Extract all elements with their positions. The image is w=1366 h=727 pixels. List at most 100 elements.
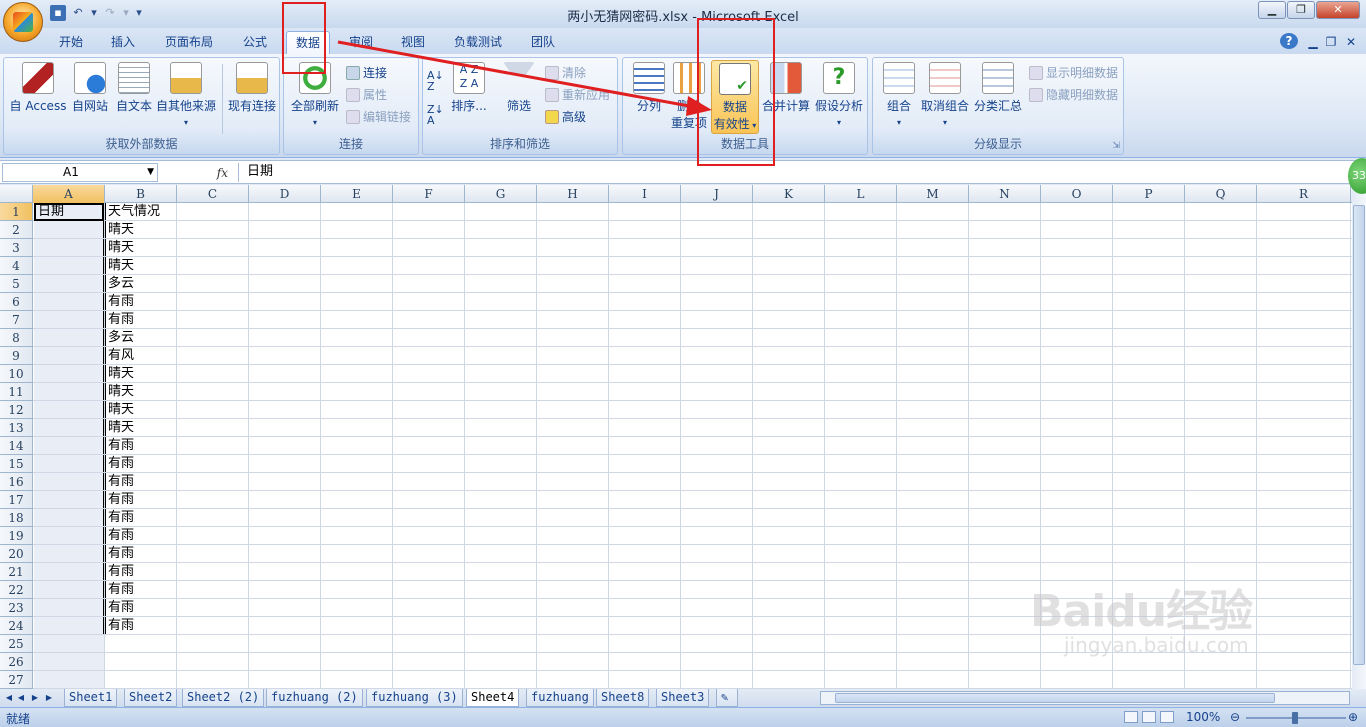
existing-connections-button[interactable]: 现有连接: [226, 62, 278, 114]
row-header-18[interactable]: 18: [0, 509, 33, 527]
row-header-1[interactable]: 1: [0, 203, 33, 221]
reapply-button[interactable]: 重新应用: [545, 86, 610, 103]
row-header-6[interactable]: 6: [0, 293, 33, 311]
cell-b3[interactable]: 晴天: [106, 239, 178, 257]
select-all-corner[interactable]: [0, 185, 33, 203]
sort-ascending-button[interactable]: A↓ Z: [427, 70, 444, 92]
ungroup-button[interactable]: 取消组合 ▾: [919, 62, 971, 128]
sheet-tab-fuzhuang-2-[interactable]: fuzhuang (2): [266, 689, 363, 707]
vertical-scrollbar[interactable]: [1352, 185, 1366, 689]
horizontal-scrollbar[interactable]: [820, 691, 1350, 705]
tab-review[interactable]: 审阅: [338, 31, 384, 54]
zoom-slider-thumb[interactable]: [1292, 712, 1298, 724]
row-header-27[interactable]: 27: [0, 671, 33, 689]
column-header-n[interactable]: N: [969, 185, 1041, 203]
tab-home[interactable]: 开始: [48, 31, 94, 54]
insert-function-button[interactable]: fx: [160, 163, 234, 182]
sheet-tab-sheet2[interactable]: Sheet2: [124, 689, 178, 707]
cell-b2[interactable]: 晴天: [106, 221, 178, 239]
column-header-k[interactable]: K: [753, 185, 825, 203]
cell-b24[interactable]: 有雨: [106, 617, 178, 635]
vertical-scroll-thumb[interactable]: [1353, 205, 1365, 665]
zoom-in-icon[interactable]: ⊕: [1348, 710, 1358, 724]
row-header-2[interactable]: 2: [0, 221, 33, 239]
formula-input[interactable]: 日期: [238, 163, 1366, 182]
minimize-button[interactable]: ▁: [1258, 1, 1286, 19]
row-header-7[interactable]: 7: [0, 311, 33, 329]
column-header-p[interactable]: P: [1113, 185, 1185, 203]
cell-b23[interactable]: 有雨: [106, 599, 178, 617]
row-header-5[interactable]: 5: [0, 275, 33, 293]
column-header-c[interactable]: C: [177, 185, 249, 203]
ribbon-minimize-icon[interactable]: ▁: [1306, 31, 1320, 54]
clear-button[interactable]: 清除: [545, 64, 586, 81]
close-button[interactable]: ✕: [1316, 1, 1360, 19]
from-other-sources-button[interactable]: 自其他来源 ▾: [154, 62, 218, 128]
normal-view-icon[interactable]: [1124, 711, 1138, 723]
cell-b15[interactable]: 有雨: [106, 455, 178, 473]
group-button[interactable]: 组合 ▾: [879, 62, 919, 128]
cell-b10[interactable]: 晴天: [106, 365, 178, 383]
filter-button[interactable]: 筛选: [499, 62, 539, 114]
sort-descending-button[interactable]: Z↓ A: [427, 104, 444, 126]
ribbon-restore-icon[interactable]: ❐: [1324, 31, 1338, 54]
last-sheet-icon[interactable]: ▶: [44, 691, 54, 705]
row-header-8[interactable]: 8: [0, 329, 33, 347]
prev-sheet-icon[interactable]: ◀: [16, 691, 26, 705]
column-header-j[interactable]: J: [681, 185, 753, 203]
cell-a1[interactable]: 日期: [34, 203, 104, 221]
edit-links-button[interactable]: 编辑链接: [346, 108, 411, 125]
row-header-23[interactable]: 23: [0, 599, 33, 617]
row-header-20[interactable]: 20: [0, 545, 33, 563]
cell-b14[interactable]: 有雨: [106, 437, 178, 455]
sheet-tab-sheet1[interactable]: Sheet1: [64, 689, 118, 707]
column-header-e[interactable]: E: [321, 185, 393, 203]
cell-b17[interactable]: 有雨: [106, 491, 178, 509]
tab-formulas[interactable]: 公式: [232, 31, 278, 54]
cell-b16[interactable]: 有雨: [106, 473, 178, 491]
show-detail-button[interactable]: 显示明细数据: [1029, 64, 1118, 81]
cell-b20[interactable]: 有雨: [106, 545, 178, 563]
subtotal-button[interactable]: 分类汇总: [973, 62, 1023, 114]
cell-b5[interactable]: 多云: [106, 275, 178, 293]
cell-b22[interactable]: 有雨: [106, 581, 178, 599]
sheet-tab-sheet2-2-[interactable]: Sheet2 (2): [182, 689, 265, 707]
advanced-button[interactable]: 高级: [545, 108, 586, 125]
cell-b11[interactable]: 晴天: [106, 383, 178, 401]
row-header-24[interactable]: 24: [0, 617, 33, 635]
cell-b21[interactable]: 有雨: [106, 563, 178, 581]
row-header-4[interactable]: 4: [0, 257, 33, 275]
connections-button[interactable]: 连接: [346, 64, 387, 81]
column-header-a[interactable]: A: [33, 185, 105, 203]
horizontal-scroll-thumb[interactable]: [835, 693, 1275, 703]
first-sheet-icon[interactable]: ◀: [4, 691, 14, 705]
column-header-q[interactable]: Q: [1185, 185, 1257, 203]
name-box-dropdown-icon[interactable]: ▼: [147, 164, 154, 181]
cell-b6[interactable]: 有雨: [106, 293, 178, 311]
row-header-15[interactable]: 15: [0, 455, 33, 473]
row-header-16[interactable]: 16: [0, 473, 33, 491]
column-header-r[interactable]: R: [1257, 185, 1351, 203]
ribbon-close-icon[interactable]: ✕: [1344, 31, 1358, 54]
row-header-11[interactable]: 11: [0, 383, 33, 401]
row-header-12[interactable]: 12: [0, 401, 33, 419]
column-header-i[interactable]: I: [609, 185, 681, 203]
tab-insert[interactable]: 插入: [100, 31, 146, 54]
cell-b4[interactable]: 晴天: [106, 257, 178, 275]
properties-button[interactable]: 属性: [346, 86, 387, 103]
cell-b7[interactable]: 有雨: [106, 311, 178, 329]
restore-button[interactable]: ❐: [1287, 1, 1315, 19]
row-header-3[interactable]: 3: [0, 239, 33, 257]
page-break-view-icon[interactable]: [1160, 711, 1174, 723]
column-header-f[interactable]: F: [393, 185, 465, 203]
row-header-13[interactable]: 13: [0, 419, 33, 437]
insert-sheet-icon[interactable]: ✎: [716, 689, 738, 707]
from-web-button[interactable]: 自网站: [68, 62, 112, 114]
row-header-10[interactable]: 10: [0, 365, 33, 383]
column-header-h[interactable]: H: [537, 185, 609, 203]
help-icon[interactable]: ?: [1280, 33, 1298, 49]
from-access-button[interactable]: 自 Access: [8, 62, 68, 114]
cell-b12[interactable]: 晴天: [106, 401, 178, 419]
row-header-9[interactable]: 9: [0, 347, 33, 365]
column-header-d[interactable]: D: [249, 185, 321, 203]
